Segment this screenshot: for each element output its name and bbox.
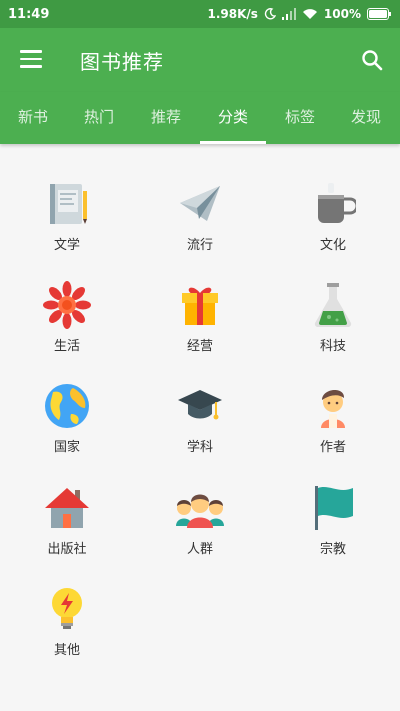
- category-label: 人群: [186, 542, 213, 557]
- category-label: 出版社: [47, 542, 87, 557]
- category-religion[interactable]: 宗教: [283, 482, 383, 572]
- category-label: 科技: [319, 339, 346, 354]
- search-icon[interactable]: [360, 48, 384, 72]
- network-speed: 1.98K/s: [207, 7, 258, 21]
- tab-bar: 新书 热门 推荐 分类 标签 发现: [0, 92, 400, 144]
- tab-indicator: [200, 141, 266, 144]
- battery-percent: 100%: [323, 7, 361, 21]
- tab-category[interactable]: 分类: [200, 92, 266, 142]
- category-label: 生活: [53, 339, 80, 354]
- category-label: 经营: [186, 339, 213, 354]
- tab-hot[interactable]: 热门: [66, 92, 132, 142]
- category-other[interactable]: 其他: [17, 583, 117, 673]
- category-country[interactable]: 国家: [17, 380, 117, 470]
- category-business[interactable]: 经营: [150, 279, 250, 369]
- category-label: 流行: [186, 238, 213, 253]
- category-label: 其他: [53, 643, 80, 658]
- wifi-icon: [302, 8, 318, 20]
- category-label: 国家: [53, 440, 80, 455]
- category-label: 文化: [319, 238, 346, 253]
- lightbulb-icon: [41, 583, 93, 635]
- flag-icon: [307, 482, 359, 534]
- category-literature[interactable]: 文学: [17, 178, 117, 268]
- graduation-cap-icon: [174, 380, 226, 432]
- status-bar: 11:49 1.98K/s 100%: [0, 0, 400, 28]
- category-publisher[interactable]: 出版社: [17, 482, 117, 572]
- page-title: 图书推荐: [80, 50, 164, 74]
- tab-new[interactable]: 新书: [0, 92, 66, 142]
- category-popular[interactable]: 流行: [150, 178, 250, 268]
- paper-plane-icon: [174, 178, 226, 230]
- battery-icon: [367, 8, 391, 20]
- book-icon: [41, 178, 93, 230]
- person-icon: [307, 380, 359, 432]
- people-icon: [174, 482, 226, 534]
- menu-icon[interactable]: [20, 50, 42, 68]
- category-subject[interactable]: 学科: [150, 380, 250, 470]
- category-label: 文学: [53, 238, 80, 253]
- category-culture[interactable]: 文化: [283, 178, 383, 268]
- category-label: 学科: [186, 440, 213, 455]
- moon-icon: [264, 8, 276, 20]
- tab-discover[interactable]: 发现: [333, 92, 399, 142]
- category-crowd[interactable]: 人群: [150, 482, 250, 572]
- signal-icon: [281, 8, 296, 20]
- category-life[interactable]: 生活: [17, 279, 117, 369]
- globe-icon: [41, 380, 93, 432]
- status-indicators: 1.98K/s 100%: [207, 7, 391, 21]
- app-bar: 图书推荐: [0, 28, 400, 92]
- category-author[interactable]: 作者: [283, 380, 383, 470]
- flask-icon: [307, 279, 359, 331]
- category-label: 宗教: [319, 542, 346, 557]
- category-label: 作者: [319, 440, 346, 455]
- gift-icon: [174, 279, 226, 331]
- tab-tags[interactable]: 标签: [267, 92, 333, 142]
- house-icon: [41, 482, 93, 534]
- teacup-icon: [307, 178, 359, 230]
- flower-icon: [41, 279, 93, 331]
- status-time: 11:49: [8, 6, 50, 22]
- tab-recommend[interactable]: 推荐: [133, 92, 199, 142]
- category-technology[interactable]: 科技: [283, 279, 383, 369]
